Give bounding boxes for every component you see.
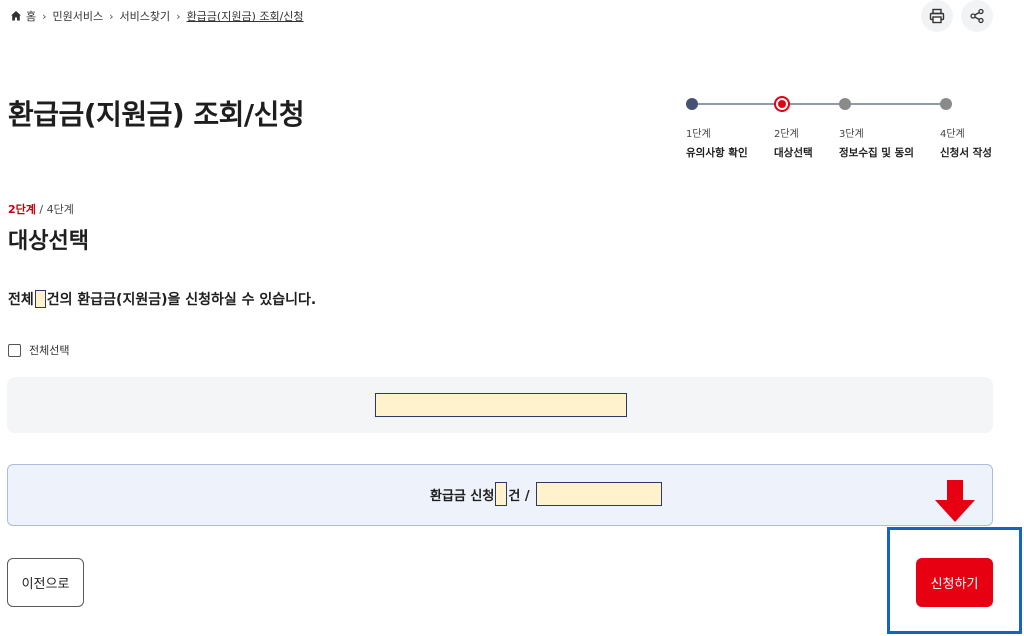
breadcrumb-home[interactable]: 홈	[26, 8, 36, 24]
step-4-label: 신청서 작성	[940, 147, 992, 159]
breadcrumb-item-civil-service[interactable]: 민원서비스	[53, 8, 104, 24]
step-2-dot	[776, 98, 788, 110]
breadcrumb-item-find-service[interactable]: 서비스찾기	[120, 8, 171, 24]
step-3-number: 3단계	[839, 129, 864, 140]
step-3-dot	[839, 98, 851, 110]
print-button[interactable]	[921, 0, 953, 32]
chevron-right-icon: ›	[176, 9, 181, 23]
eligible-summary: 전체 건의 환급금(지원금)을 신청하실 수 있습니다.	[8, 289, 316, 309]
step-2-label: 대상선택	[774, 147, 813, 159]
step-1-label: 유의사항 확인	[686, 147, 748, 159]
home-icon[interactable]	[10, 10, 22, 22]
chevron-right-icon: ›	[109, 9, 114, 23]
select-all[interactable]: 전체선택	[8, 342, 69, 358]
share-icon	[970, 8, 984, 24]
stepper-line	[692, 103, 782, 105]
summary-suffix: 건의 환급금(지원금)을 신청하실 수 있습니다.	[46, 292, 317, 308]
breadcrumb: 홈 › 민원서비스 › 서비스찾기 › 환급금(지원금) 조회/신청	[10, 8, 304, 24]
section-title: 대상선택	[8, 229, 89, 254]
stepper-line	[845, 103, 946, 105]
highlight-frame	[887, 527, 1022, 634]
refund-list-item[interactable]	[375, 393, 627, 417]
step-4-number: 4단계	[940, 129, 965, 140]
select-all-label: 전체선택	[29, 344, 70, 357]
arrow-down-icon	[935, 480, 975, 522]
page-title: 환급금(지원금) 조회/신청	[8, 98, 305, 131]
total-steps: / 4단계	[35, 203, 74, 216]
chevron-right-icon: ›	[42, 9, 47, 23]
select-all-checkbox[interactable]	[8, 343, 21, 357]
total-count-field	[34, 290, 46, 308]
apply-count-field	[495, 482, 508, 506]
step-1-number: 1단계	[686, 129, 711, 140]
breadcrumb-current[interactable]: 환급금(지원금) 조회/신청	[187, 8, 304, 24]
stepper-line	[782, 103, 845, 105]
share-button[interactable]	[961, 0, 993, 32]
step-1-dot	[686, 98, 698, 110]
prev-button[interactable]: 이전으로	[7, 558, 84, 607]
apply-summary: 환급금 신청 건 /	[430, 482, 662, 506]
current-step: 2단계	[8, 203, 36, 216]
step-2-number: 2단계	[774, 129, 799, 140]
print-icon	[929, 8, 945, 24]
apply-summary-prefix: 환급금 신청	[430, 488, 495, 504]
step-4-dot	[940, 98, 952, 110]
step-indicator: 2단계 / 4단계	[8, 201, 74, 217]
apply-amount-field	[535, 482, 662, 506]
summary-prefix: 전체	[8, 292, 34, 308]
apply-summary-suffix: 건 /	[508, 488, 530, 504]
step-3-label: 정보수집 및 동의	[839, 147, 914, 159]
